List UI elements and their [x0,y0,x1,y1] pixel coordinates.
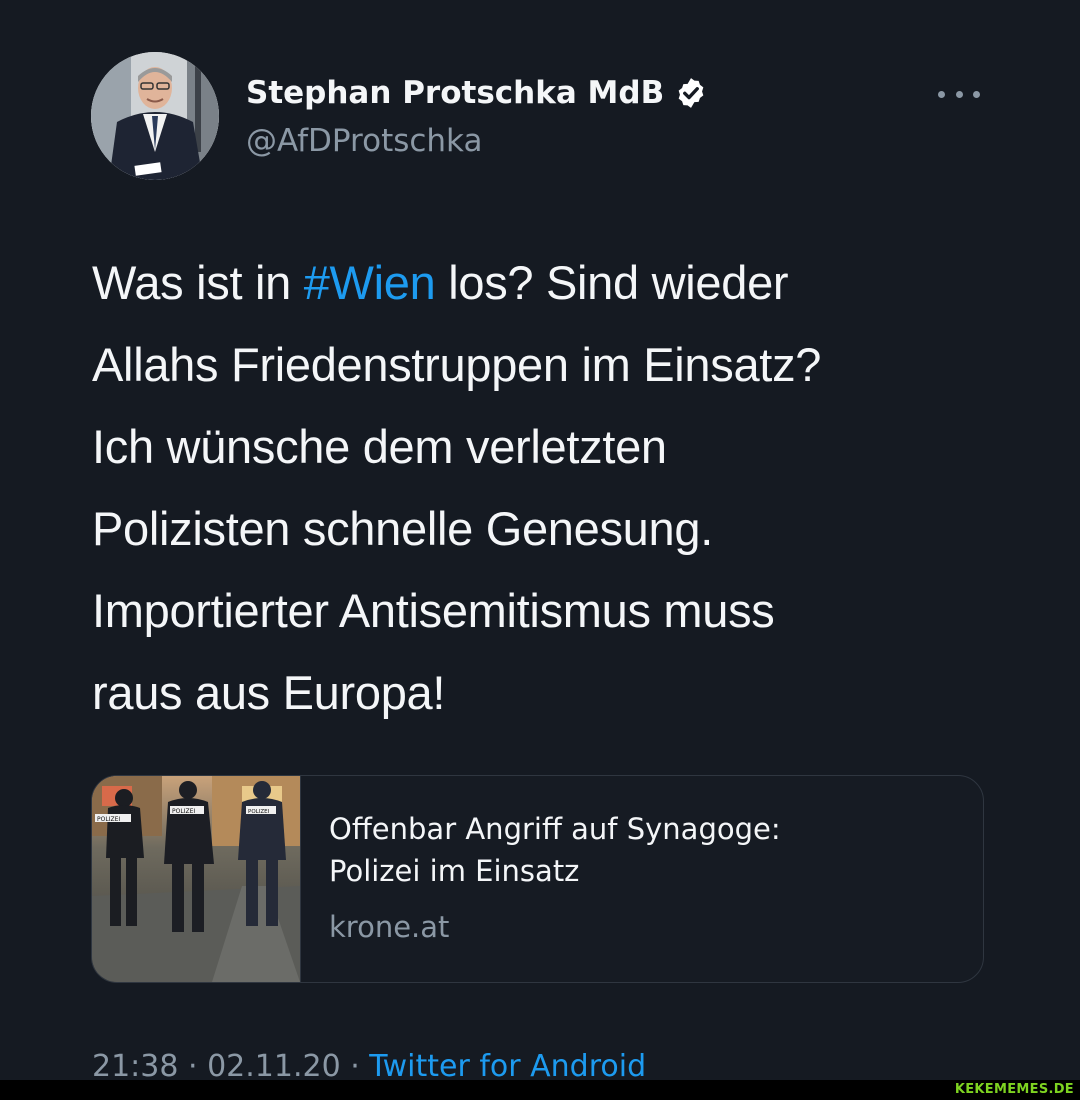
tweet: Stephan Protschka MdB @AfDProtschka Was … [0,0,1080,1084]
screenshot: Stephan Protschka MdB @AfDProtschka Was … [0,0,1080,1100]
badge-text: POLIZEI [248,809,270,815]
tweet-text-segment: los? Sind wieder [435,256,789,309]
avatar[interactable] [91,52,219,180]
hashtag-link[interactable]: #Wien [304,256,436,309]
tweet-text: Was ist in #Wien los? Sind wieder Allahs… [92,242,992,734]
verified-badge-icon [674,76,708,110]
tweet-line: Polizisten schnelle Genesung. [92,502,713,555]
more-dot [955,90,963,98]
link-preview-card[interactable]: POLIZEI POLIZEI POLIZEI Offenbar Angriff… [91,775,984,983]
tweet-line: Allahs Friedenstruppen im Einsatz? [92,338,822,391]
tweet-source-link[interactable]: Twitter for Android [369,1049,646,1084]
tweet-time[interactable]: 21:38 [92,1049,178,1084]
author-display-name-row[interactable]: Stephan Protschka MdB [246,73,708,113]
tweet-text-segment: Was ist in [92,256,304,309]
link-preview-domain: krone.at [329,910,450,944]
badge-text: POLIZEI [172,808,195,815]
watermark-bar [0,1080,1080,1100]
meta-separator: · [178,1049,208,1084]
more-dot [973,90,980,98]
author-display-name[interactable]: Stephan Protschka MdB [246,73,664,113]
link-title-line: Offenbar Angriff auf Synagoge: [329,812,781,846]
link-preview-title[interactable]: Offenbar Angriff auf Synagoge: Polizei i… [329,808,949,892]
link-title-line: Polizei im Einsatz [329,854,580,888]
tweet-line: raus aus Europa! [92,666,446,719]
tweet-line: Ich wünsche dem verletzten [92,420,667,473]
author-handle[interactable]: @AfDProtschka [246,121,482,161]
more-horizontal-icon[interactable] [938,84,980,104]
tweet-date[interactable]: 02.11.20 [207,1049,341,1084]
watermark: KEKEMEMES.DE [954,1082,1074,1097]
link-preview-image: POLIZEI POLIZEI POLIZEI [92,776,301,982]
meta-separator: · [340,1049,370,1084]
more-dot [938,90,945,98]
tweet-line: Importierter Antisemitismus muss [92,584,775,637]
tweet-line: Was ist in #Wien los? Sind wieder [92,242,992,324]
badge-text: POLIZEI [97,816,120,823]
